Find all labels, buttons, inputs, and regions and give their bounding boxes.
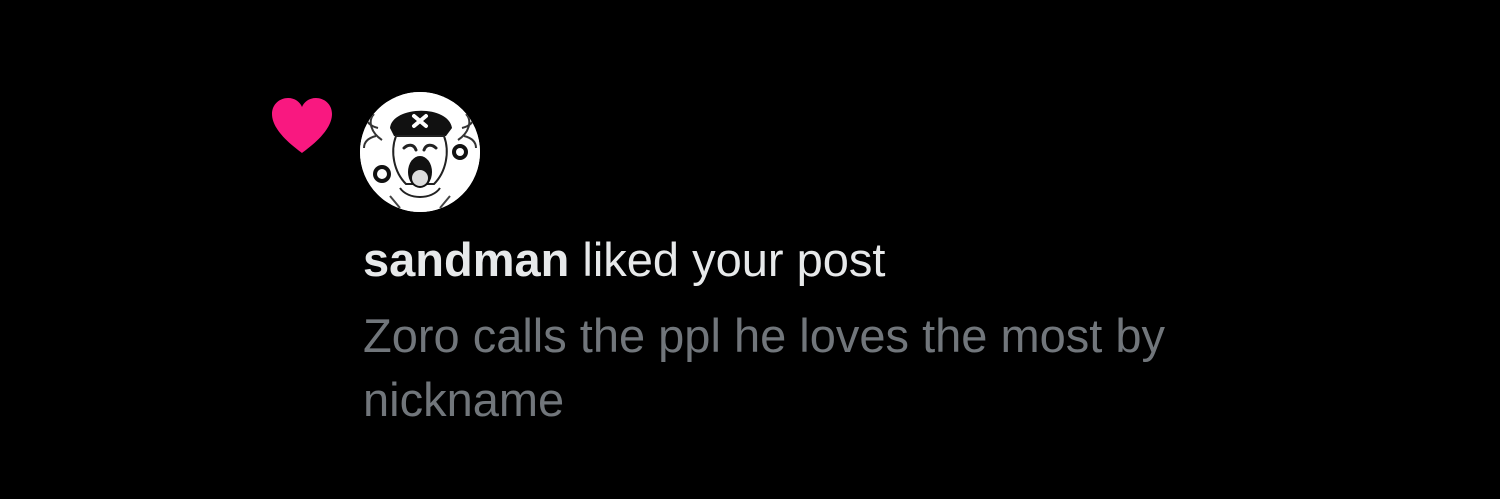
action-text: liked your post (582, 233, 886, 286)
heart-shape (272, 98, 332, 153)
username[interactable]: sandman (363, 233, 569, 286)
post-preview-text[interactable]: Zoro calls the ppl he loves the most by … (363, 304, 1263, 432)
cartoon-avatar-icon (360, 92, 480, 212)
avatar[interactable] (360, 92, 480, 212)
like-notification[interactable]: sandman liked your post Zoro calls the p… (0, 0, 1500, 499)
heart-icon (270, 97, 334, 155)
notification-headline: sandman liked your post (363, 232, 885, 288)
